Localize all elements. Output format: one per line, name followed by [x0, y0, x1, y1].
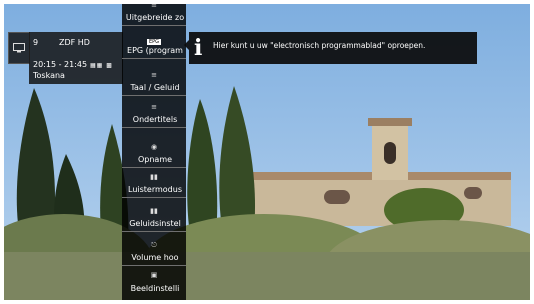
menu-item-label: Luistermodus [128, 185, 182, 194]
channel-name: ZDF HD [59, 38, 90, 47]
menu-item-label: Opname [137, 155, 173, 164]
channel-number: 9 [33, 38, 39, 47]
options-menu: ≡ Uitgebreide zo EPG EPG (program ≡ Taal… [122, 4, 186, 300]
info-icon: i [194, 35, 203, 61]
menu-item-label: Volume hoo [131, 253, 179, 262]
menu-item-subtitles[interactable]: ≡ Ondertitels [122, 98, 186, 128]
menu-item-listen-mode[interactable]: ▮▮ Luistermodus [122, 168, 186, 198]
channel-info-panel: 9 ZDF HD 20:15 - 21:45 ▦▦ ▩ Toskana [29, 32, 123, 84]
sound-settings-icon: ▮▮ [150, 207, 158, 215]
menu-item-label: Taal / Geluid [130, 83, 180, 92]
menu-item-headphone-volume[interactable]: ⎋ Volume hoo [122, 236, 186, 266]
menu-item-label: EPG (program [127, 46, 183, 55]
tv-icon [13, 43, 25, 53]
program-time: 20:15 - 21:45 [33, 60, 88, 69]
subtitles-icon: ≡ [151, 103, 157, 111]
headphone-volume-icon: ⎋ [151, 241, 157, 249]
info-tooltip: i Hier kunt u uw "electronisch programma… [184, 32, 477, 64]
audio-icon: ▦▦ [90, 62, 104, 69]
menu-item-picture-settings[interactable]: ▣ Beeldinstelli [122, 266, 186, 296]
subtitle-icon: ▩ [106, 62, 113, 69]
picture-settings-icon: ▣ [150, 271, 158, 279]
menu-item-extended[interactable]: ≡ Uitgebreide zo [122, 4, 186, 26]
tv-source-button[interactable] [8, 32, 30, 64]
menu-item-epg[interactable]: EPG EPG (program [122, 29, 186, 59]
menu-item-language-sound[interactable]: ≡ Taal / Geluid [122, 66, 186, 96]
menu-item-label: Geluidsinstel [129, 219, 181, 228]
language-icon: ≡ [151, 71, 157, 79]
epg-icon: EPG [146, 39, 162, 45]
menu-item-label: Beeldinstelli [130, 284, 180, 293]
menu-item-sound-settings[interactable]: ▮▮ Geluidsinstel [122, 202, 186, 232]
program-info-icons: ▦▦ ▩ [90, 62, 113, 69]
menu-item-label: Uitgebreide zo [125, 13, 185, 22]
menu-item-label: Ondertitels [132, 115, 178, 124]
record-icon: ◉ [150, 143, 158, 151]
tooltip-text: Hier kunt u uw "electronisch programmabl… [213, 41, 426, 50]
listen-mode-icon: ▮▮ [150, 173, 158, 181]
tv-screen: 9 ZDF HD 20:15 - 21:45 ▦▦ ▩ Toskana ≡ Ui… [4, 4, 530, 300]
list-icon: ≡ [151, 4, 157, 9]
menu-item-record[interactable]: ◉ Opname [122, 138, 186, 168]
program-title: Toskana [33, 71, 65, 80]
